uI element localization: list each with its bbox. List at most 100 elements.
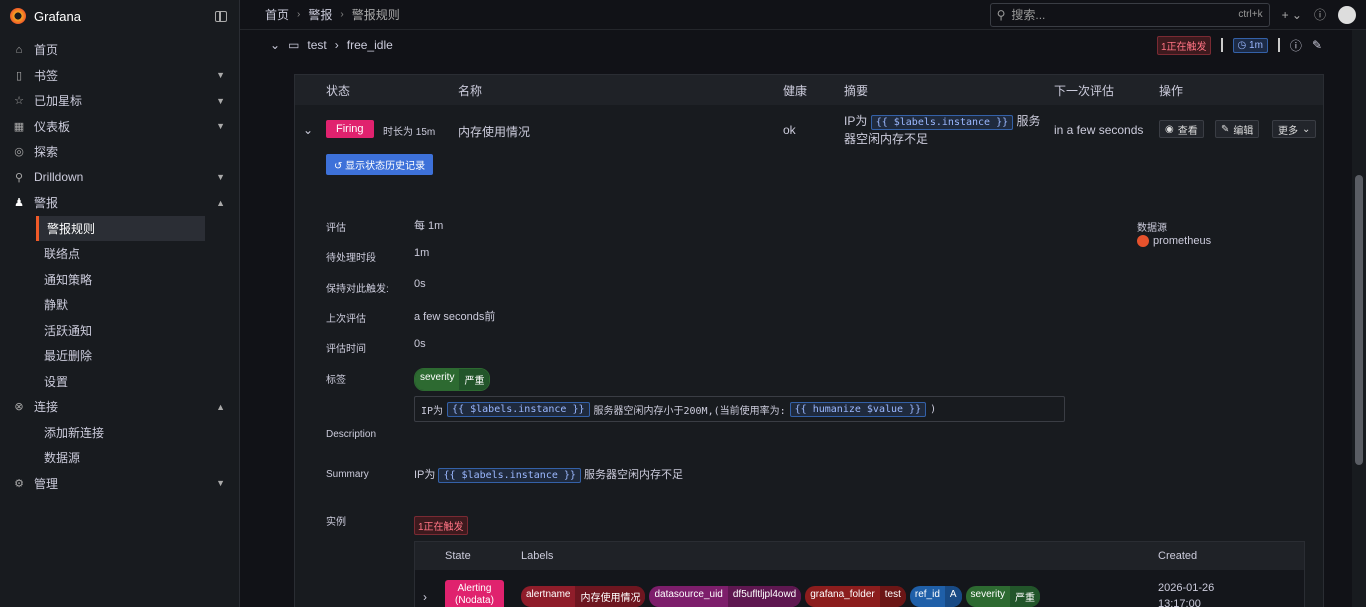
breadcrumb-home[interactable]: 首页	[265, 6, 289, 23]
nav-item-recently-deleted[interactable]: 最近删除	[0, 343, 239, 369]
nav-item-drilldown[interactable]: ⚲ Drilldown ▼	[0, 165, 239, 191]
interval-badge: ◷ 1m	[1232, 37, 1268, 53]
col-inst-created: Created	[1158, 550, 1198, 562]
nav-item-home[interactable]: ⌂ 首页	[0, 37, 239, 63]
label-value: 严重	[1010, 586, 1040, 607]
bell-icon: ♟	[14, 197, 24, 210]
scrollbar-thumb[interactable]	[1355, 175, 1363, 465]
label-grafana-folder: grafana_folder test	[805, 586, 906, 607]
scrollbar[interactable]	[1352, 30, 1366, 607]
state-badge: Firing	[326, 120, 374, 138]
label-key: grafana_folder	[810, 589, 875, 600]
nav-item-contact-points[interactable]: 联络点	[0, 241, 239, 267]
top-bar: 首页 › 警报 › 警报规则 ⚲ 搜索... ctrl+k + ⌄ ⓘ	[240, 0, 1366, 30]
chevron-down-icon[interactable]: ▼	[216, 478, 225, 488]
instances-header: State Labels Created	[415, 542, 1304, 570]
search-input[interactable]: ⚲ 搜索... ctrl+k	[989, 2, 1270, 27]
chevron-up-icon[interactable]: ▲	[216, 402, 225, 412]
group-name: free_idle	[346, 38, 393, 52]
folder-name[interactable]: test	[307, 38, 326, 52]
nav-item-bookmarks[interactable]: ▯ 书签 ▼	[0, 63, 239, 89]
col-actions: 操作	[1159, 83, 1184, 98]
instance-created: 2026-01-26 13:17:00	[1158, 580, 1214, 607]
col-name: 名称	[458, 83, 483, 98]
breadcrumb-current: 警报规则	[351, 8, 400, 22]
nav-item-datasources[interactable]: 数据源	[0, 445, 239, 471]
chevron-down-icon[interactable]: ▼	[216, 172, 225, 182]
summary-code: {{ $labels.instance }}	[870, 115, 1014, 130]
search-shortcut: ctrl+k	[1238, 9, 1263, 20]
label-key: ref_id	[914, 589, 940, 600]
instances-firing-badge: 1正在触发	[414, 516, 468, 535]
label-value: df5ufltljpl4owd	[727, 586, 802, 607]
chevron-down-icon[interactable]: ▼	[216, 96, 225, 106]
chevron-down-icon[interactable]: ▼	[216, 121, 225, 131]
col-next-eval: 下一次评估	[1054, 83, 1115, 98]
history-label: 显示状态历史记录	[345, 161, 426, 172]
rule-group-header: ⌄ ▭ test › free_idle 1正在触发 ◷ 1m ⓘ ✎	[270, 34, 1322, 56]
chevron-down-icon[interactable]: ⌄	[303, 123, 313, 137]
chevron-right-icon[interactable]: ›	[423, 590, 427, 604]
chevron-up-icon[interactable]: ▲	[216, 198, 225, 208]
summary-value-pre: IP为	[414, 469, 436, 481]
more-button[interactable]: 更多 ⌄	[1272, 120, 1317, 138]
edit-icon[interactable]: ✎	[1312, 38, 1322, 52]
nav-item-notification-policies[interactable]: 通知策略	[0, 267, 239, 293]
table-row: ⌄ Firing 时长为 15m 内存使用情况 ok IP为 {{ $label…	[295, 105, 1323, 153]
star-icon: ☆	[14, 95, 24, 108]
keep-firing-label: 保持对此触发:	[326, 284, 389, 295]
desc-code-1: {{ $labels.instance }}	[447, 401, 590, 417]
divider	[1220, 38, 1223, 52]
pending-value: 1m	[414, 247, 430, 259]
nav-item-alert-settings[interactable]: 设置	[0, 369, 239, 395]
next-evaluation: in a few seconds	[1054, 123, 1144, 137]
label-key: alertname	[526, 589, 571, 600]
sidebar: Grafana ⌂ 首页 ▯ 书签 ▼ ☆ 已加星标 ▼ ▦ 仪表板 ▼ ◎ 探索 ⚲ Drill…	[0, 0, 240, 607]
add-icon[interactable]: + ⌄	[1282, 8, 1302, 22]
chevron-down-icon[interactable]: ⌄	[270, 38, 280, 52]
view-label: 查看	[1177, 125, 1198, 137]
breadcrumb-alerting[interactable]: 警报	[308, 6, 332, 23]
datasource-link[interactable]: prometheus	[1137, 235, 1211, 247]
label-ref-id: ref_id A	[909, 586, 962, 607]
instances-label: 实例	[326, 517, 346, 528]
home-icon: ⌂	[15, 43, 23, 56]
description-box: IP为 {{ $labels.instance }} 服务器空闲内存小于200M…	[414, 396, 1065, 422]
show-state-history-button[interactable]: ↺ 显示状态历史记录	[326, 154, 434, 175]
last-eval-value: a few seconds前	[414, 311, 496, 323]
nav-item-explore[interactable]: ◎ 探索	[0, 139, 239, 165]
gear-icon: ⚙	[14, 477, 24, 490]
info-icon[interactable]: ⓘ	[1290, 37, 1302, 54]
nav-item-add-connection[interactable]: 添加新连接	[0, 420, 239, 446]
nav-item-dashboards[interactable]: ▦ 仪表板 ▼	[0, 114, 239, 140]
chevron-down-icon: ⌄	[1302, 123, 1311, 135]
folder-icon: ▭	[288, 38, 300, 52]
edit-label: 编辑	[1233, 125, 1254, 137]
nav-item-alerting[interactable]: ♟ 警报 ▲	[0, 190, 239, 216]
nav-item-connections[interactable]: ⊗ 连接 ▲	[0, 394, 239, 420]
label-value: A	[944, 586, 962, 607]
label-key: severity	[970, 589, 1005, 600]
nav-item-admin[interactable]: ⚙ 管理 ▼	[0, 471, 239, 497]
nav-item-alert-rules[interactable]: 警报规则	[36, 215, 205, 241]
more-label: 更多	[1278, 125, 1298, 137]
summary-label: Summary	[326, 469, 369, 480]
view-button[interactable]: ◉ 查看	[1159, 120, 1204, 138]
desc-code-2: {{ humanize $value }}	[789, 401, 927, 417]
nav-item-silences[interactable]: 静默	[0, 292, 239, 318]
help-icon[interactable]: ⓘ	[1314, 6, 1326, 23]
avatar[interactable]	[1338, 5, 1356, 24]
nav-item-active-notifications[interactable]: 活跃通知	[0, 318, 239, 344]
edit-button[interactable]: ✎ 编辑	[1215, 120, 1260, 138]
eval-label: 评估	[326, 223, 346, 234]
description-label: Description	[326, 429, 377, 440]
grafana-logo-icon[interactable]	[10, 8, 26, 24]
summary-pre: IP为	[844, 114, 868, 128]
desc-pre: IP为	[421, 405, 444, 417]
nav-item-starred[interactable]: ☆ 已加星标 ▼	[0, 88, 239, 114]
instance-state-badge: Alerting (Nodata)	[445, 580, 504, 607]
dock-menu-icon[interactable]	[215, 10, 227, 22]
pencil-icon: ✎	[1221, 123, 1230, 135]
label-key: severity	[415, 369, 460, 390]
chevron-down-icon[interactable]: ▼	[216, 70, 225, 80]
